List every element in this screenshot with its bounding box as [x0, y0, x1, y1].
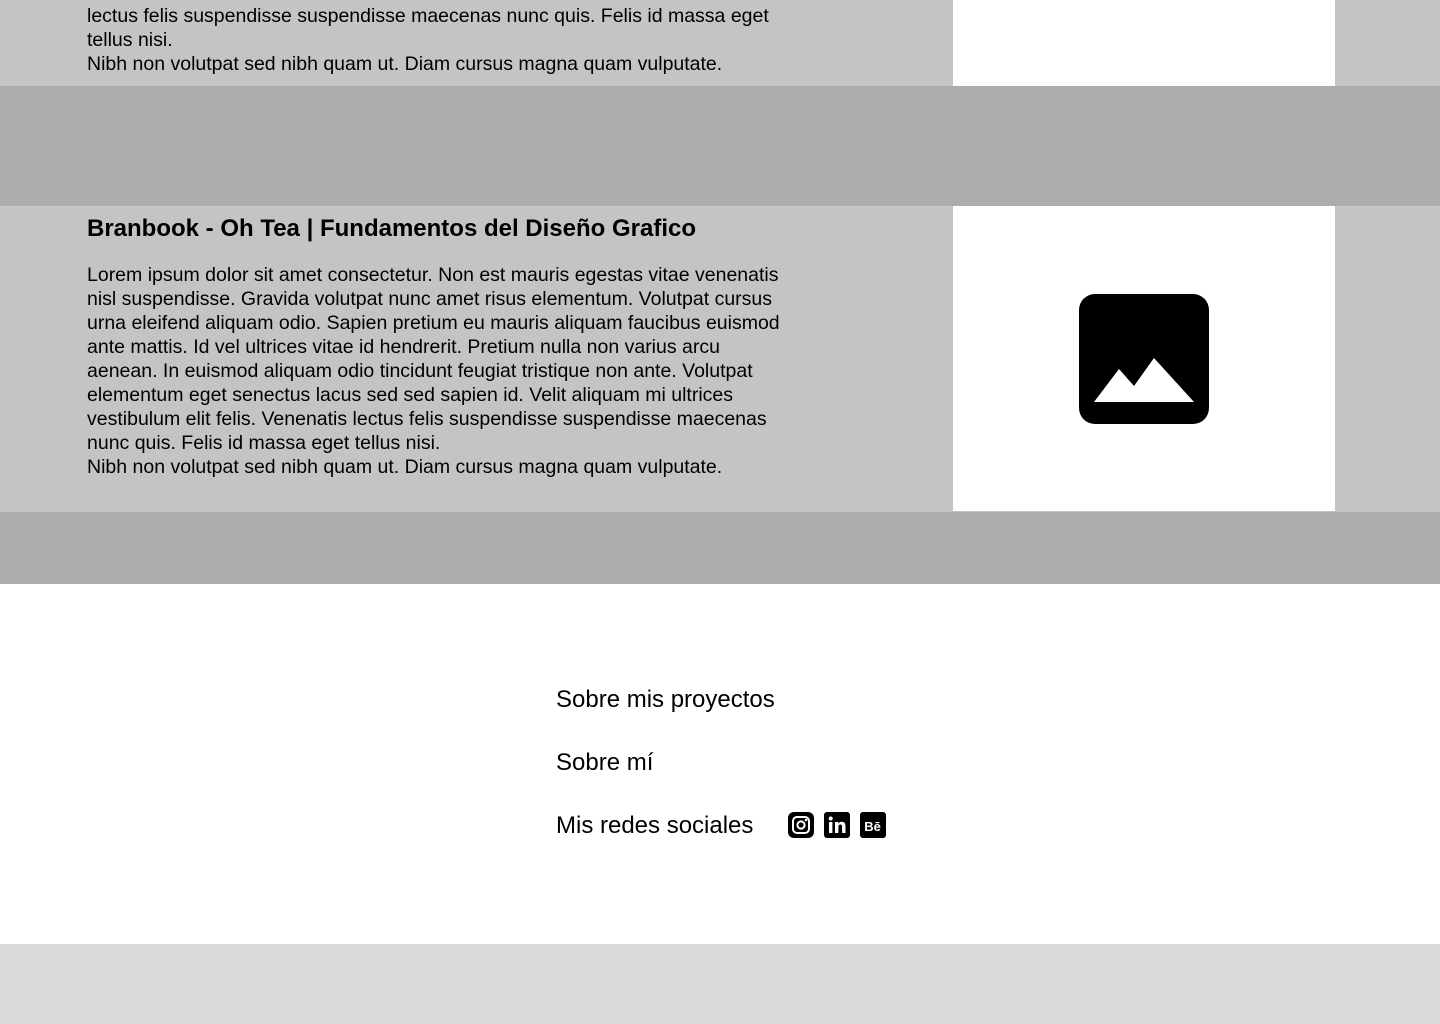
behance-icon[interactable]: Bē — [860, 812, 886, 838]
project-description: Lorem ipsum dolor sit amet consectetur. … — [87, 263, 787, 479]
project-image-panel — [953, 206, 1335, 511]
linkedin-icon[interactable] — [824, 812, 850, 838]
section-divider — [0, 86, 1440, 206]
footer-link-about-me[interactable]: Sobre mí — [556, 748, 653, 778]
project-image-panel — [953, 0, 1335, 86]
bottom-bar — [0, 944, 1440, 1024]
description-paragraph: Nibh non volutpat sed nibh quam ut. Diam… — [87, 53, 723, 75]
image-placeholder-icon — [1079, 294, 1209, 424]
description-paragraph: lectus felis suspendisse suspendisse mae… — [87, 5, 769, 51]
footer: Sobre mis proyectos Sobre mí Mis redes s… — [0, 584, 1440, 944]
project-title: Branbook - Oh Tea | Fundamentos del Dise… — [87, 215, 697, 242]
section-divider — [0, 512, 1440, 584]
instagram-icon[interactable] — [788, 812, 814, 838]
footer-social-label: Mis redes sociales — [556, 812, 754, 839]
svg-text:Bē: Bē — [864, 819, 881, 834]
project-description: lectus felis suspendisse suspendisse mae… — [87, 4, 787, 76]
project-row-top: lectus felis suspendisse suspendisse mae… — [0, 0, 1440, 86]
description-paragraph: Nibh non volutpat sed nibh quam ut. Diam… — [87, 456, 723, 478]
project-row: Branbook - Oh Tea | Fundamentos del Dise… — [0, 206, 1440, 512]
footer-link-projects[interactable]: Sobre mis proyectos — [556, 685, 775, 715]
description-paragraph: Lorem ipsum dolor sit amet consectetur. … — [87, 264, 780, 454]
